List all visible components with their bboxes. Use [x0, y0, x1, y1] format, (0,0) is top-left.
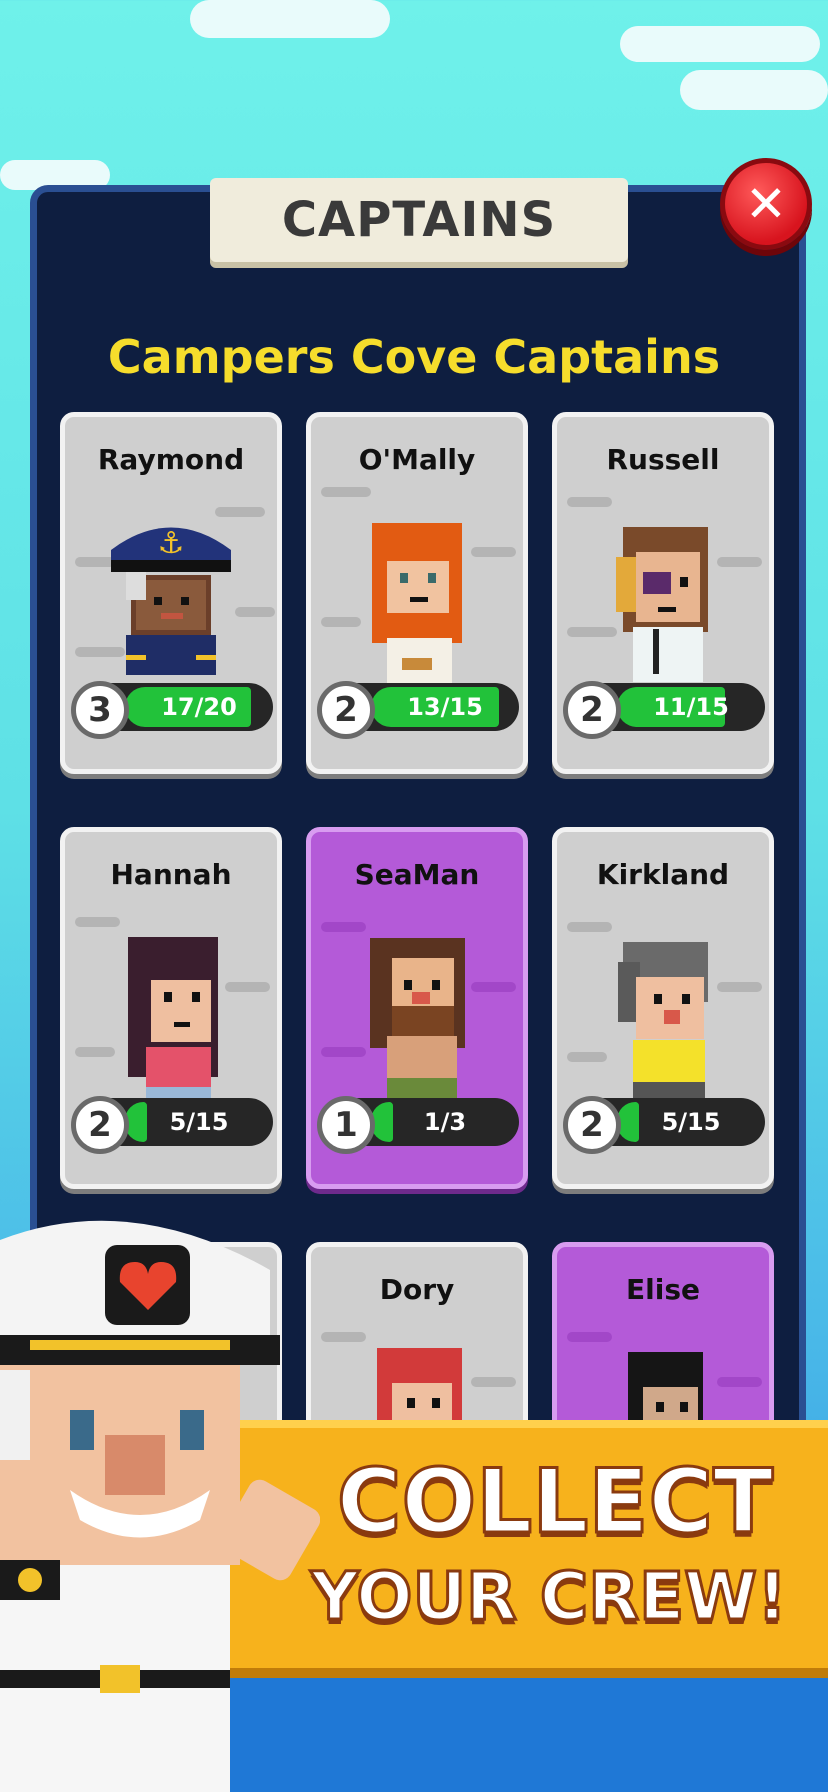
- progress-text: 5/15: [661, 1108, 721, 1136]
- progress-text: 5/15: [169, 1108, 229, 1136]
- captain-name: SeaMan: [354, 858, 480, 891]
- captain-name: O'Mally: [358, 443, 476, 476]
- captain-name: Raymond: [97, 443, 245, 476]
- captain-card-raymond[interactable]: Raymond ⚓ 17/20 3: [60, 412, 282, 774]
- captain-portrait: [377, 1348, 462, 1423]
- captain-name: Hannah: [110, 858, 232, 891]
- progress-text: 13/15: [407, 693, 483, 721]
- panel-title: CAPTAINS: [281, 192, 557, 248]
- cloud: [190, 0, 390, 38]
- level-badge: 2: [317, 681, 375, 739]
- captain-card-kirkland[interactable]: Kirkland 5/15 2: [552, 827, 774, 1189]
- captain-name: Kirkland: [596, 858, 730, 891]
- captain-portrait: [370, 938, 465, 1098]
- progress-text: 17/20: [161, 693, 237, 721]
- captain-name: Elise: [626, 1273, 700, 1306]
- level-badge: 3: [71, 681, 129, 739]
- panel-subtitle: Campers Cove Captains: [107, 330, 721, 384]
- captain-portrait: [128, 937, 218, 1102]
- level-badge: 2: [71, 1096, 129, 1154]
- progress-text: 11/15: [653, 693, 729, 721]
- close-button[interactable]: ✕: [720, 158, 812, 250]
- captain-portrait: [616, 527, 708, 682]
- promo-line-1: COLLECT: [335, 1449, 774, 1555]
- level-badge: 1: [317, 1096, 375, 1154]
- cloud: [680, 70, 828, 110]
- level-badge: 2: [563, 1096, 621, 1154]
- captain-card-seaman[interactable]: SeaMan 1/3 1: [306, 827, 528, 1189]
- captain-portrait: [372, 523, 462, 683]
- progress-text: 1/3: [423, 1108, 467, 1136]
- mascot-captain: [0, 1220, 320, 1792]
- title-ribbon: CAPTAINS: [210, 178, 628, 262]
- promo-line-2: YOUR CREW!: [309, 1557, 788, 1637]
- level-badge: 2: [563, 681, 621, 739]
- captain-name: Russell: [606, 443, 720, 476]
- captain-portrait: [618, 942, 708, 1102]
- captain-portrait: ⚓: [111, 526, 231, 675]
- captain-portrait: [628, 1352, 703, 1427]
- captain-card-russell[interactable]: Russell 11/15 2: [552, 412, 774, 774]
- captain-card-omally[interactable]: O'Mally 13/15 2: [306, 412, 528, 774]
- captain-card-hannah[interactable]: Hannah 5/15 2: [60, 827, 282, 1189]
- svg-text:⚓: ⚓: [158, 526, 185, 561]
- cloud: [620, 26, 820, 62]
- close-icon: ✕: [745, 175, 787, 233]
- captain-name: Dory: [379, 1273, 455, 1306]
